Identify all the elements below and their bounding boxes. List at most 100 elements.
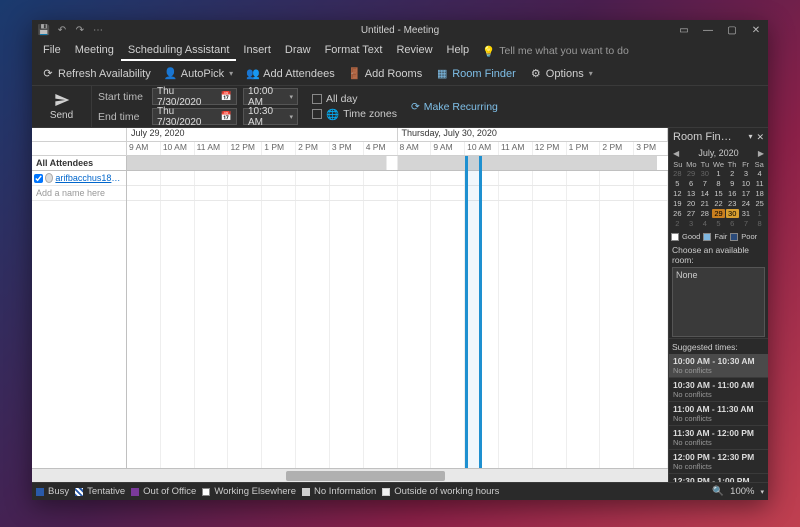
- scrollbar-thumb[interactable]: [286, 471, 445, 481]
- minimize-button[interactable]: —: [696, 20, 720, 40]
- calendar-day[interactable]: 5: [671, 179, 684, 188]
- add-attendee-input[interactable]: Add a name here: [32, 186, 126, 201]
- calendar-day[interactable]: 8: [712, 179, 725, 188]
- time-zones-checkbox[interactable]: 🌐Time zones: [312, 108, 397, 121]
- freebusy-summary-row: [127, 156, 668, 171]
- calendar-day[interactable]: 14: [698, 189, 711, 198]
- suggested-time-item[interactable]: 12:30 PM - 1:00 PMNo conflicts: [669, 474, 768, 482]
- calendar-day[interactable]: 25: [753, 199, 766, 208]
- calendar-day[interactable]: 6: [685, 179, 698, 188]
- calendar-day[interactable]: 16: [726, 189, 739, 198]
- close-button[interactable]: ✕: [744, 20, 768, 40]
- calendar-day[interactable]: 29: [685, 169, 698, 178]
- calendar-day[interactable]: 12: [671, 189, 684, 198]
- menu-insert[interactable]: Insert: [236, 41, 278, 61]
- calendar-day[interactable]: 19: [671, 199, 684, 208]
- suggested-time-item[interactable]: 10:30 AM - 11:00 AMNo conflicts: [669, 378, 768, 402]
- make-recurring-button[interactable]: ⟳ Make Recurring: [405, 86, 504, 127]
- room-list[interactable]: None: [672, 267, 765, 337]
- calendar-day[interactable]: 3: [740, 169, 753, 178]
- grid-background[interactable]: [127, 201, 668, 468]
- calendar-day[interactable]: 4: [698, 219, 711, 228]
- suggested-time-item[interactable]: 10:00 AM - 10:30 AMNo conflicts: [669, 354, 768, 378]
- calendar-day[interactable]: 27: [685, 209, 698, 218]
- start-time-field[interactable]: 10:00 AM▾: [243, 88, 298, 105]
- calendar-day[interactable]: 22: [712, 199, 725, 208]
- end-date-field[interactable]: Thu 7/30/2020📅: [152, 108, 237, 125]
- calendar-day[interactable]: 29: [712, 209, 725, 218]
- calendar-day[interactable]: 23: [726, 199, 739, 208]
- suggested-time-item[interactable]: 12:00 PM - 12:30 PMNo conflicts: [669, 450, 768, 474]
- calendar-day[interactable]: 1: [753, 209, 766, 218]
- maximize-button[interactable]: ▢: [720, 20, 744, 40]
- refresh-availability-button[interactable]: ⟳ Refresh Availability: [36, 66, 157, 82]
- quick-access-icon[interactable]: ⋯: [92, 24, 104, 36]
- menu-draw[interactable]: Draw: [278, 41, 318, 61]
- menu-help[interactable]: Help: [440, 41, 477, 61]
- next-month-icon[interactable]: ▶: [756, 149, 766, 158]
- calendar-day[interactable]: 30: [698, 169, 711, 178]
- suggested-time-item[interactable]: 11:00 AM - 11:30 AMNo conflicts: [669, 402, 768, 426]
- menu-file[interactable]: File: [36, 41, 68, 61]
- time-selection-marker[interactable]: [465, 156, 482, 468]
- calendar-day[interactable]: 31: [740, 209, 753, 218]
- suggested-time-item[interactable]: 11:30 AM - 12:00 PMNo conflicts: [669, 426, 768, 450]
- chevron-down-icon[interactable]: ▾: [760, 488, 764, 496]
- calendar-day[interactable]: 4: [753, 169, 766, 178]
- calendar-day[interactable]: 2: [671, 219, 684, 228]
- calendar-day[interactable]: 13: [685, 189, 698, 198]
- send-button[interactable]: Send: [32, 86, 92, 127]
- window-title: Untitled - Meeting: [361, 25, 439, 36]
- calendar-day[interactable]: 11: [753, 179, 766, 188]
- zoom-level[interactable]: 100%: [730, 486, 754, 497]
- options-button[interactable]: ⚙ Options▾: [524, 66, 599, 82]
- menu-format-text[interactable]: Format Text: [318, 41, 390, 61]
- search-icon[interactable]: 🔍: [712, 486, 724, 497]
- calendar-day[interactable]: 7: [698, 179, 711, 188]
- save-icon[interactable]: 💾: [38, 24, 50, 36]
- calendar-day[interactable]: 6: [726, 219, 739, 228]
- calendar-day[interactable]: 28: [698, 209, 711, 218]
- add-rooms-button[interactable]: 🚪 Add Rooms: [343, 66, 428, 82]
- menu-meeting[interactable]: Meeting: [68, 41, 121, 61]
- calendar-day[interactable]: 10: [740, 179, 753, 188]
- redo-icon[interactable]: ↷: [74, 24, 86, 36]
- menu-scheduling-assistant[interactable]: Scheduling Assistant: [121, 41, 237, 61]
- room-finder-button[interactable]: ▦ Room Finder: [430, 66, 522, 82]
- tell-me-search[interactable]: 💡 Tell me what you want to do: [482, 45, 629, 58]
- horizontal-scrollbar[interactable]: [32, 468, 668, 482]
- calendar-day[interactable]: 1: [712, 169, 725, 178]
- menu-review[interactable]: Review: [389, 41, 439, 61]
- end-time-field[interactable]: 10:30 AM▾: [243, 108, 298, 125]
- calendar-day[interactable]: 26: [671, 209, 684, 218]
- calendar-day[interactable]: 8: [753, 219, 766, 228]
- calendar-day[interactable]: 17: [740, 189, 753, 198]
- calendar-day[interactable]: 28: [671, 169, 684, 178]
- calendar-day[interactable]: 5: [712, 219, 725, 228]
- ribbon-options-icon[interactable]: ▭: [672, 20, 696, 40]
- mini-calendar: ◀ July, 2020 ▶ SuMoTuWeThFrSa 2829301234…: [669, 146, 768, 230]
- calendar-day[interactable]: 9: [726, 179, 739, 188]
- undo-icon[interactable]: ↶: [56, 24, 68, 36]
- close-pane-icon[interactable]: ✕: [756, 132, 764, 143]
- titlebar: 💾 ↶ ↷ ⋯ Untitled - Meeting ▭ — ▢ ✕: [32, 20, 768, 40]
- chevron-down-icon[interactable]: ▾: [748, 132, 752, 143]
- all-day-checkbox[interactable]: All day: [312, 93, 397, 105]
- calendar-day[interactable]: 2: [726, 169, 739, 178]
- autopick-button[interactable]: 👤 AutoPick▾: [159, 66, 239, 82]
- calendar-day[interactable]: 30: [726, 209, 739, 218]
- calendar-days[interactable]: 2829301234567891011121314151617181920212…: [671, 169, 766, 228]
- calendar-day[interactable]: 21: [698, 199, 711, 208]
- calendar-day[interactable]: 7: [740, 219, 753, 228]
- calendar-day[interactable]: 3: [685, 219, 698, 228]
- calendar-day[interactable]: 24: [740, 199, 753, 208]
- start-date-field[interactable]: Thu 7/30/2020📅: [152, 88, 237, 105]
- attendee-checkbox[interactable]: [34, 174, 43, 183]
- calendar-day[interactable]: 20: [685, 199, 698, 208]
- prev-month-icon[interactable]: ◀: [671, 149, 681, 158]
- calendar-day[interactable]: 18: [753, 189, 766, 198]
- attendee-row[interactable]: arifbacchus18@live...: [32, 171, 126, 186]
- calendar-day[interactable]: 15: [712, 189, 725, 198]
- add-attendees-button[interactable]: 👥 Add Attendees: [241, 66, 341, 82]
- calendar-icon: 📅: [221, 91, 232, 102]
